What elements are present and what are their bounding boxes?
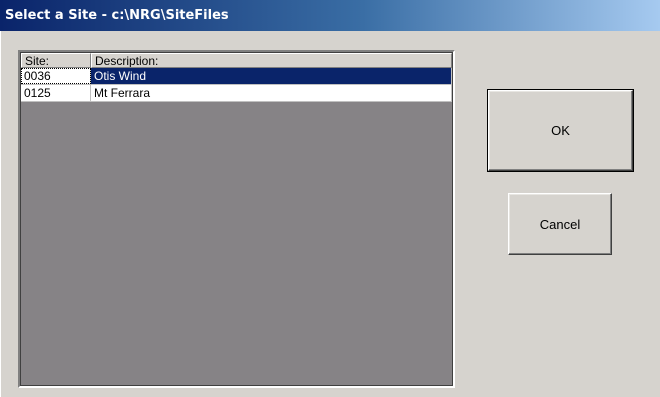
list-rows: 0036 Otis Wind 0125 Mt Ferrara <box>21 68 452 102</box>
cancel-button[interactable]: Cancel <box>508 193 612 255</box>
list-header: Site: Description: <box>21 53 452 68</box>
select-site-dialog: Select a Site - c:\NRG\SiteFiles Site: D… <box>0 0 660 397</box>
cell-description: Mt Ferrara <box>91 85 452 101</box>
ok-button[interactable]: OK <box>487 89 634 172</box>
cancel-button-label: Cancel <box>539 216 581 232</box>
cell-site: 0036 <box>21 68 91 84</box>
cell-description: Otis Wind <box>91 68 452 84</box>
list-row-0036[interactable]: 0036 Otis Wind <box>21 68 452 85</box>
cell-site: 0125 <box>21 85 91 101</box>
window-title: Select a Site - c:\NRG\SiteFiles <box>5 8 229 23</box>
title-bar[interactable]: Select a Site - c:\NRG\SiteFiles <box>0 0 660 31</box>
site-list[interactable]: Site: Description: 0036 Otis Wind 0125 M… <box>18 50 455 388</box>
list-row-0125[interactable]: 0125 Mt Ferrara <box>21 85 452 102</box>
site-list-viewport: Site: Description: 0036 Otis Wind 0125 M… <box>21 53 452 385</box>
column-header-site[interactable]: Site: <box>21 53 91 68</box>
column-header-description[interactable]: Description: <box>91 53 452 68</box>
ok-button-label: OK <box>551 123 570 138</box>
